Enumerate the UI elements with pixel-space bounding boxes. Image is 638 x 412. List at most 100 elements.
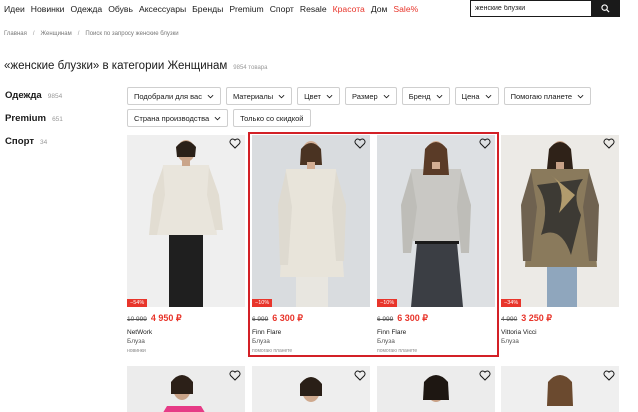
product-photo[interactable]: −34% xyxy=(501,135,619,307)
breadcrumb-separator: / xyxy=(77,31,80,37)
product-photo[interactable] xyxy=(501,366,619,412)
price-row: 6 999 6 300 ₽ xyxy=(252,313,370,324)
discount-badge: −10% xyxy=(377,299,398,307)
nav-item-new[interactable]: Новинки xyxy=(31,2,65,16)
product-image xyxy=(127,366,245,412)
heart-icon[interactable] xyxy=(229,138,241,149)
product-photo[interactable] xyxy=(252,366,370,412)
product-image xyxy=(501,366,619,412)
product-image xyxy=(501,135,619,307)
nav-item-sport[interactable]: Спорт xyxy=(270,2,294,16)
discount-badge: −10% xyxy=(252,299,273,307)
price-row: 4 990 3 250 ₽ xyxy=(501,313,619,324)
filter-discount-only[interactable]: Только со скидкой xyxy=(233,109,311,127)
product-type: Блуза xyxy=(377,338,395,345)
product-image xyxy=(252,135,370,307)
product-photo[interactable] xyxy=(377,366,495,412)
product-card[interactable]: −10% 6 999 6 300 ₽ Finn Flare Блуза помо… xyxy=(377,135,495,354)
heart-icon[interactable] xyxy=(354,370,366,381)
heart-icon[interactable] xyxy=(603,138,615,149)
nav-item-shoes[interactable]: Обувь xyxy=(108,2,133,16)
old-price: 6 999 xyxy=(377,316,394,323)
page-title-row: «женские блузки» в категории Женщинам 98… xyxy=(4,60,267,72)
nav-item-premium[interactable]: Premium xyxy=(229,2,263,16)
product-photo[interactable] xyxy=(127,366,245,412)
product-image xyxy=(252,366,370,412)
product-type: Блуза xyxy=(127,338,145,345)
sidebar-item-count: 9854 xyxy=(47,93,63,100)
old-price: 4 990 xyxy=(501,316,518,323)
filter-brand[interactable]: Бренд xyxy=(401,87,450,105)
product-brand[interactable]: Finn Flare xyxy=(377,329,495,336)
product-image xyxy=(127,135,245,307)
heart-icon[interactable] xyxy=(229,370,241,381)
filter-label: Цвет xyxy=(304,91,321,101)
nav-item-brands[interactable]: Бренды xyxy=(192,2,223,16)
product-card[interactable]: −10% 6 999 6 300 ₽ Finn Flare Блуза помо… xyxy=(252,135,370,354)
breadcrumb-women[interactable]: Женщинам xyxy=(41,31,72,37)
price-row: 10 999 4 950 ₽ xyxy=(127,313,245,324)
nav-item-sale[interactable]: Sale% xyxy=(393,2,418,16)
filter-label: Помогаю планете xyxy=(510,91,573,101)
filter-label: Бренд xyxy=(408,91,431,101)
category-sidebar: Одежда 9854 Premium 651 Спорт 34 xyxy=(5,90,63,159)
filter-label: Материалы xyxy=(232,91,274,101)
breadcrumb-search: Поиск по запросу женские блузки xyxy=(85,31,179,37)
filter-color[interactable]: Цвет xyxy=(297,87,340,105)
filter-recommended[interactable]: Подобрали для вас xyxy=(127,87,221,105)
heart-icon[interactable] xyxy=(603,370,615,381)
top-nav: Идеи Новинки Одежда Обувь Аксессуары Бре… xyxy=(4,2,418,16)
nav-item-clothing[interactable]: Одежда xyxy=(70,2,102,16)
product-brand[interactable]: NetWork xyxy=(127,329,245,336)
filter-price[interactable]: Цена xyxy=(454,87,499,105)
chevron-down-icon xyxy=(577,94,584,98)
price-row: 6 999 6 300 ₽ xyxy=(377,313,495,324)
page-title: «женские блузки» в категории Женщинам xyxy=(4,60,228,72)
product-brand[interactable]: Vittoria Vicci xyxy=(501,329,619,336)
product-photo[interactable]: −54% xyxy=(127,135,245,307)
heart-icon[interactable] xyxy=(354,138,366,149)
current-price: 3 250 ₽ xyxy=(521,313,553,323)
chevron-down-icon xyxy=(207,94,214,98)
filter-label: Только со скидкой xyxy=(240,113,304,123)
filter-eco[interactable]: Помогаю планете xyxy=(503,87,592,105)
current-price: 4 950 ₽ xyxy=(150,313,182,323)
breadcrumb: Главная / Женщинам / Поиск по запросу же… xyxy=(4,31,179,37)
breadcrumb-home[interactable]: Главная xyxy=(4,31,27,37)
nav-item-home[interactable]: Дом xyxy=(371,2,388,16)
product-tag: помогаю планете xyxy=(252,348,293,354)
filter-label: Размер xyxy=(351,91,378,101)
sidebar-item-clothing[interactable]: Одежда 9854 xyxy=(5,90,63,113)
results-count: 9854 товара xyxy=(233,65,268,71)
sidebar-item-sport[interactable]: Спорт 34 xyxy=(5,136,63,159)
chevron-down-icon xyxy=(485,94,491,98)
filter-materials[interactable]: Материалы xyxy=(225,87,293,105)
search-icon xyxy=(600,4,610,13)
nav-item-beauty[interactable]: Красота xyxy=(333,2,365,16)
nav-item-accessories[interactable]: Аксессуары xyxy=(139,2,186,16)
sidebar-item-label: Premium xyxy=(5,113,47,124)
product-brand[interactable]: Finn Flare xyxy=(252,329,370,336)
search-input[interactable] xyxy=(471,1,591,16)
product-tag: помогаю планете xyxy=(377,348,418,354)
search-button[interactable] xyxy=(591,1,619,16)
product-image xyxy=(377,135,495,307)
old-price: 10 999 xyxy=(127,316,147,323)
chevron-down-icon xyxy=(214,116,221,120)
product-photo[interactable]: −10% xyxy=(377,135,495,307)
product-photo[interactable]: −10% xyxy=(252,135,370,307)
sidebar-item-premium[interactable]: Premium 651 xyxy=(5,113,63,136)
filter-country[interactable]: Страна производства xyxy=(127,109,229,127)
filter-size[interactable]: Размер xyxy=(344,87,397,105)
chevron-down-icon xyxy=(383,94,390,98)
product-card[interactable]: −54% 10 999 4 950 ₽ NetWork Блуза новинк… xyxy=(127,135,245,354)
discount-badge: −54% xyxy=(127,299,148,307)
filter-bar: Подобрали для вас Материалы Цвет Размер … xyxy=(127,87,617,131)
nav-item-resale[interactable]: Resale xyxy=(300,2,327,16)
nav-item-ideas[interactable]: Идеи xyxy=(4,2,25,16)
sidebar-item-count: 34 xyxy=(40,139,48,146)
product-card[interactable]: −34% 4 990 3 250 ₽ Vittoria Vicci Блуза xyxy=(501,135,619,348)
breadcrumb-separator: / xyxy=(32,31,35,37)
heart-icon[interactable] xyxy=(479,370,491,381)
heart-icon[interactable] xyxy=(479,138,491,149)
